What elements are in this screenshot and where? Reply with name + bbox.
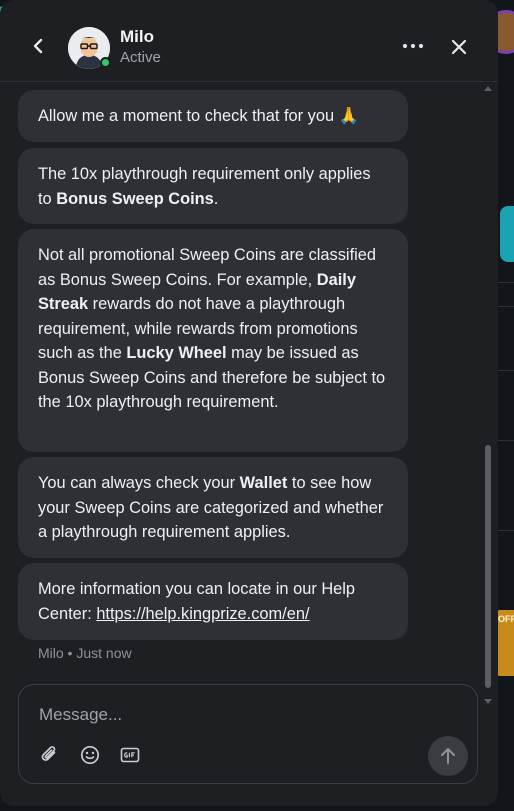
smiley-icon bbox=[80, 745, 100, 765]
scroll-up-arrow-icon[interactable] bbox=[484, 86, 492, 91]
bold-text: Bonus Sweep Coins bbox=[56, 189, 214, 208]
bold-text: Lucky Wheel bbox=[126, 344, 227, 362]
online-status-dot bbox=[100, 57, 111, 68]
background-button bbox=[500, 206, 514, 262]
chat-header: Milo Active bbox=[0, 0, 498, 82]
message-text: . bbox=[213, 189, 219, 208]
message-bubble: The 10x playthrough requirement only app… bbox=[18, 148, 408, 224]
background-divider bbox=[498, 282, 514, 283]
message-bubble: Allow me a moment to check that for you … bbox=[18, 90, 408, 142]
gif-icon bbox=[120, 747, 140, 763]
more-options-button[interactable] bbox=[400, 36, 426, 56]
message-input[interactable] bbox=[39, 703, 419, 727]
message-bubble: More information you can locate in our H… bbox=[18, 563, 408, 640]
paperclip-icon bbox=[41, 746, 56, 761]
gif-button[interactable] bbox=[119, 744, 141, 766]
message-composer bbox=[18, 684, 478, 784]
chat-panel: Milo Active Allow me a moment to check t… bbox=[0, 0, 498, 806]
close-button[interactable] bbox=[448, 36, 470, 58]
help-center-link[interactable]: https://help.kingprize.com/en/ bbox=[96, 605, 309, 623]
background-divider bbox=[498, 530, 514, 531]
background-divider bbox=[498, 440, 514, 441]
background-promo-tag: OFF bbox=[496, 610, 514, 676]
bold-text: Wallet bbox=[239, 474, 288, 492]
scrollbar-thumb[interactable] bbox=[485, 445, 491, 688]
send-button[interactable] bbox=[428, 736, 468, 776]
message-text: Allow me a moment to check that for you … bbox=[38, 107, 360, 125]
background-divider bbox=[498, 306, 514, 307]
message-meta: Milo • Just now bbox=[38, 645, 132, 661]
scroll-down-arrow-icon[interactable] bbox=[484, 699, 492, 704]
agent-status: Active bbox=[120, 49, 161, 66]
message-list[interactable]: Allow me a moment to check that for you … bbox=[0, 83, 498, 673]
agent-name: Milo bbox=[120, 27, 154, 46]
message-bubble: You can always check your Wallet to see … bbox=[18, 457, 408, 558]
back-button[interactable] bbox=[28, 34, 48, 58]
message-text: You can always check your bbox=[38, 474, 240, 492]
chevron-left-icon bbox=[33, 38, 43, 54]
background-divider bbox=[498, 370, 514, 371]
attach-button[interactable] bbox=[39, 744, 61, 766]
message-bubble: Not all promotional Sweep Coins are clas… bbox=[18, 229, 408, 452]
close-icon bbox=[451, 39, 467, 55]
arrow-up-icon bbox=[441, 748, 455, 764]
emoji-button[interactable] bbox=[79, 744, 101, 766]
more-horizontal-icon bbox=[402, 43, 424, 49]
